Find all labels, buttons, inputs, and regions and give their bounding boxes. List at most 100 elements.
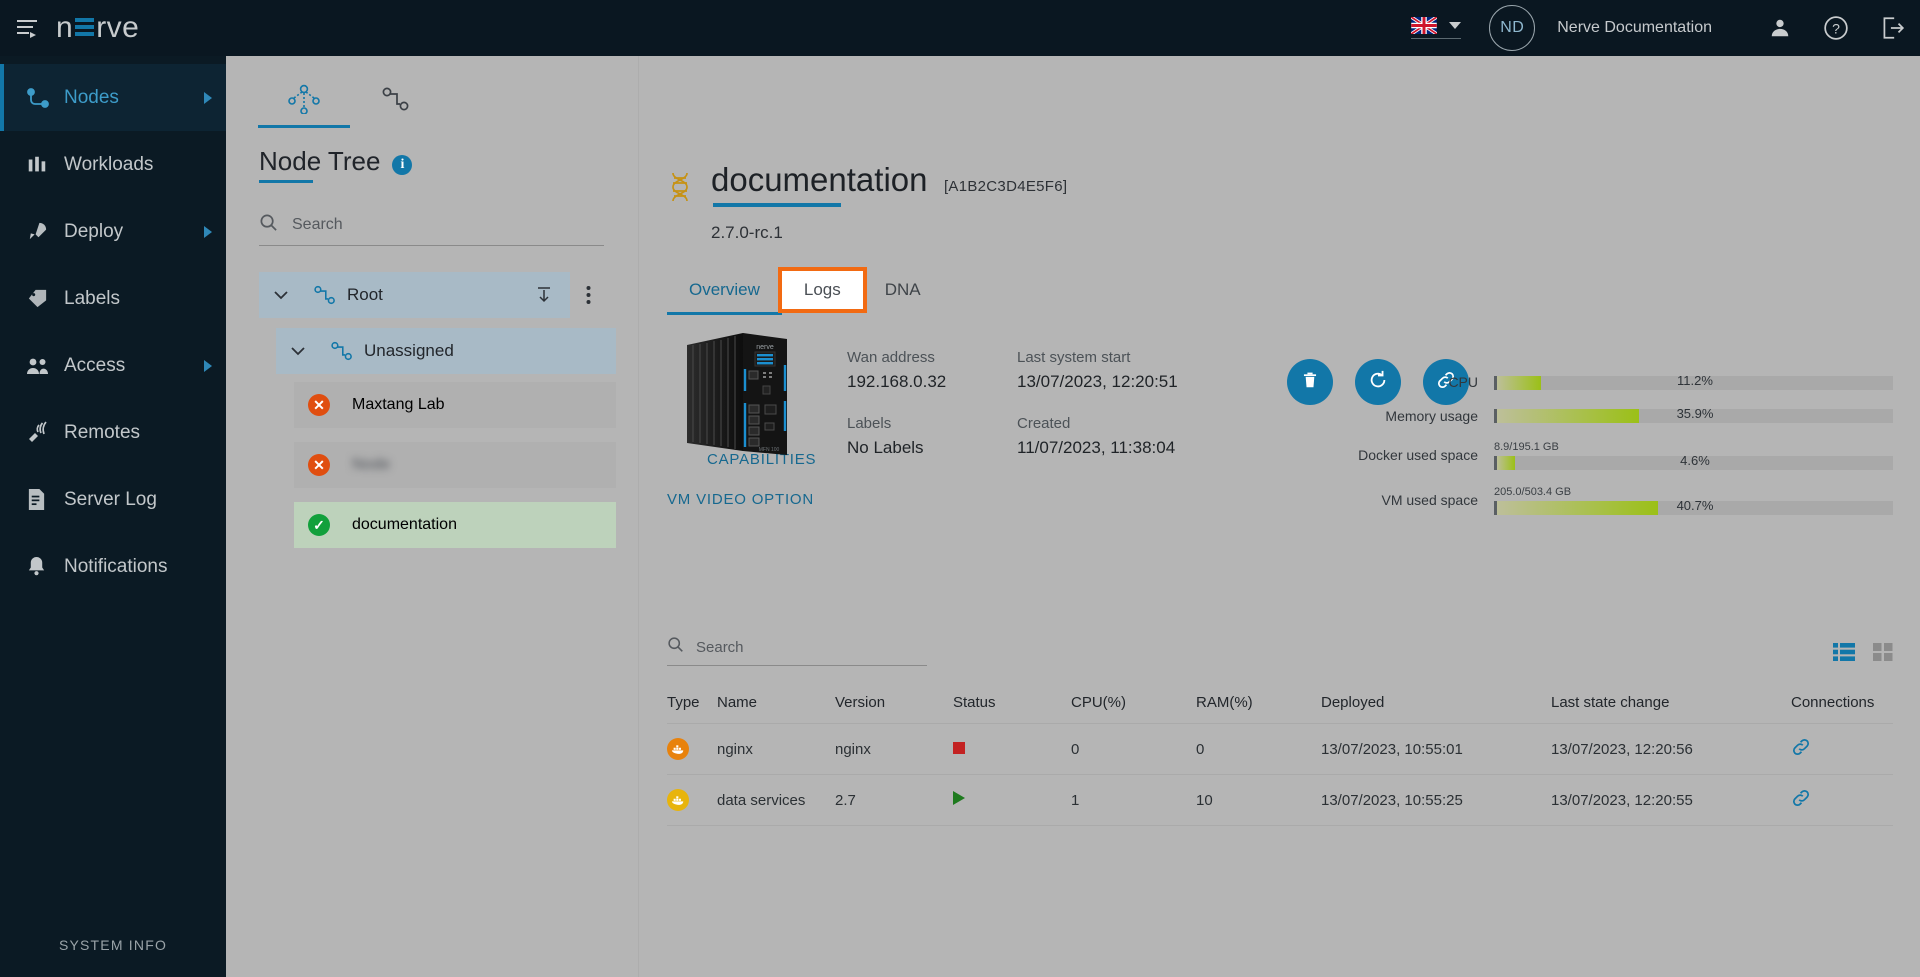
tree-root-item[interactable]: Root [259,272,570,318]
sidebar-item-deploy[interactable]: Deploy [0,198,226,265]
tab-dna[interactable]: DNA [863,271,943,309]
status-online-icon: ✓ [308,514,330,536]
node-link-icon [320,340,364,362]
sidebar-item-access[interactable]: Access [0,332,226,399]
chevron-down-icon[interactable] [276,346,320,356]
progress-bar: 11.2% [1494,372,1893,390]
resource-usage-panel: CPU 11.2% Memory usage 35.9% Docker used… [1353,372,1893,531]
info-value: 192.168.0.32 [847,372,947,391]
tree-unassigned-item[interactable]: Unassigned [276,328,616,374]
list-view-icon[interactable] [1833,643,1855,666]
info-icon[interactable]: i [392,154,413,175]
access-users-icon [26,356,64,376]
sidebar-item-label: Deploy [64,220,124,242]
help-question-icon[interactable]: ? [1808,0,1864,56]
sidebar: Nodes Workloads Deploy Labels Access Rem… [0,56,226,977]
node-tree-panel: Node Tree i Search Root Unassigned ✕ Max… [226,56,639,977]
workload-search[interactable] [667,636,927,666]
sidebar-item-nodes[interactable]: Nodes [0,64,226,131]
cell-connections[interactable] [1791,723,1893,775]
info-label: Created [1017,415,1071,432]
search-icon [667,636,684,658]
sidebar-item-server-log[interactable]: Server Log [0,466,226,533]
node-link-icon [380,85,412,118]
logout-icon[interactable] [1864,0,1920,56]
sidebar-item-remotes[interactable]: Remotes [0,399,226,466]
cell-name: data services [717,774,835,826]
column-header-cpu: CPU(%) [1071,694,1126,711]
cell-type [667,774,717,826]
system-info-link[interactable]: SYSTEM INFO [0,937,226,953]
workload-section: Type Name Version Status CPU(%) RAM(%) D… [667,636,1893,826]
progress-bar: 40.7% [1494,498,1893,515]
remotes-icon [26,420,64,445]
sidebar-item-label: Server Log [64,488,157,510]
svg-text:?: ? [1832,20,1840,36]
hamburger-menu-icon[interactable] [0,17,56,39]
tree-row-root[interactable]: Root [226,272,638,318]
sidebar-item-notifications[interactable]: Notifications [0,533,226,600]
resource-row-memory: Memory usage 35.9% [1353,406,1893,426]
body-row: Nodes Workloads Deploy Labels Access Rem… [0,56,1920,977]
delete-node-button[interactable] [1287,359,1333,405]
node-tab-bar: Overview Logs DNA [639,267,1920,315]
link-chain-icon[interactable] [1791,738,1811,761]
resource-percent: 11.2% [1677,372,1713,388]
status-error-icon: ✕ [308,394,330,416]
svg-text:MFN 100: MFN 100 [759,447,780,453]
sidebar-item-label: Nodes [64,86,119,108]
resource-bar-wrap: 8.9/195.1 GB 4.6% [1494,441,1893,470]
tree-search[interactable] [259,213,604,246]
tree-node-label: documentation [352,516,457,533]
chevron-down-icon[interactable] [259,290,303,300]
workload-table: Type Name Version Status CPU(%) RAM(%) D… [667,694,1893,826]
kebab-menu-icon[interactable] [570,285,606,305]
table-row[interactable]: nginx nginx 0 0 13/07/2023, 10:55:01 13/… [667,723,1893,775]
info-label: Labels [847,415,892,432]
cell-connections[interactable] [1791,774,1893,826]
resource-percent: 4.6% [1680,453,1710,468]
node-list-tab[interactable] [350,74,442,128]
trash-icon [1301,370,1319,394]
tree-node-item-selected[interactable]: ✓ documentation [294,502,616,548]
tree-unassigned-label: Unassigned [364,341,454,360]
link-chain-icon[interactable] [1791,789,1811,812]
nerve-logo[interactable]: n rve [56,11,139,45]
table-row[interactable]: data services 2.7 1 10 13/07/2023, 10:55… [667,774,1893,826]
tree-row-unassigned[interactable]: Unassigned [226,328,638,374]
cell-version: nginx [835,723,953,775]
workload-table-body: nginx nginx 0 0 13/07/2023, 10:55:01 13/… [667,723,1893,826]
info-cell-wan: Wan address 192.168.0.32 [847,349,1017,393]
chevron-down-icon[interactable] [1449,22,1462,29]
panel-title-row: Node Tree i [226,128,638,183]
tree-node-item[interactable]: ✕ Maxtang Lab [294,382,616,428]
status-running-icon [953,791,965,805]
tab-overview[interactable]: Overview [667,271,782,315]
application-root: n rve ND Nerve Documentation ? Nodes Wor… [0,0,1920,977]
search-icon [259,213,278,237]
tree-hierarchy-tab[interactable] [258,74,350,128]
language-selector[interactable] [1410,15,1462,39]
device-image: nerve MFN 100 [681,331,793,459]
sidebar-item-labels[interactable]: Labels [0,265,226,332]
docker-icon [667,738,689,760]
search-input[interactable] [292,216,604,234]
sidebar-item-label: Notifications [64,555,168,577]
column-header-last-state: Last state change [1551,694,1670,711]
tree-node-item[interactable]: ✕ Node [294,442,616,488]
workload-search-input[interactable] [696,638,927,656]
info-label: Wan address [847,349,935,366]
user-icon[interactable] [1752,0,1808,56]
grid-view-icon[interactable] [1873,643,1893,666]
tab-logs[interactable]: Logs [777,267,867,313]
resource-bar-wrap: 205.0/503.4 GB 40.7% [1494,486,1893,515]
avatar[interactable]: ND [1489,5,1536,51]
download-icon[interactable] [534,285,554,305]
cell-deployed: 13/07/2023, 10:55:01 [1321,723,1551,775]
cell-ram: 10 [1196,774,1321,826]
logo-e-glyph [75,18,95,38]
sidebar-item-workloads[interactable]: Workloads [0,131,226,198]
cell-ram: 0 [1196,723,1321,775]
node-version: 2.7.0-rc.1 [711,223,783,242]
column-header-type: Type [667,694,700,711]
